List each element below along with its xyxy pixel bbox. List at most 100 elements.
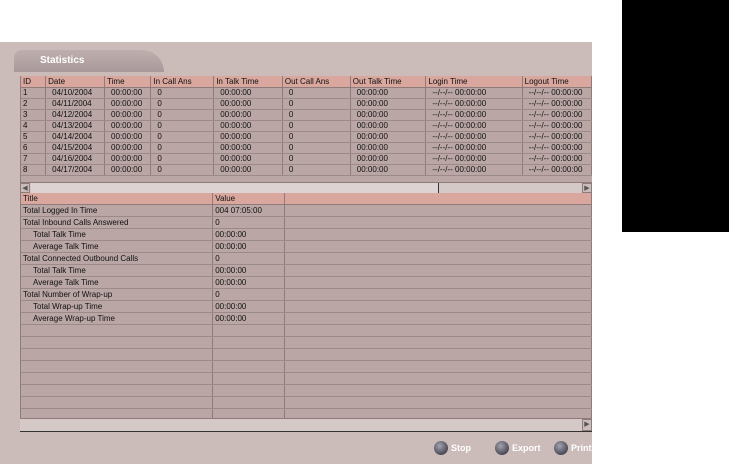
empty-row [21,372,592,385]
table-cell: --/--/-- 00:00:00 [522,98,592,110]
table-row[interactable]: 5 04/14/2004 00:00:00 0 00:00:00 0 00:00:00 --/… [21,131,592,143]
table-cell: 00:00:00 [104,87,152,99]
summary-value: 0 [212,252,286,265]
button-orb-icon [434,441,448,455]
summary-empty [284,204,592,217]
summary-row[interactable]: Total Wrap-up Time 00:00:00 [21,300,592,313]
column-header-value[interactable]: Value [212,193,286,205]
summary-empty [284,300,592,313]
empty-cell [21,360,214,373]
column-header[interactable]: In Talk Time [213,76,283,88]
empty-cell [284,336,592,349]
column-header[interactable]: Login Time [425,76,523,88]
summary-table-hscrollbar[interactable]: ▶ [20,418,592,432]
statistics-tab[interactable]: Statistics [14,50,164,72]
table-cell: 04/17/2004 [45,164,106,176]
summary-table: Title Value Total Logged In Time 004 07:05… [20,193,592,418]
summary-value: 00:00:00 [212,276,286,289]
table-cell: 3 [21,109,47,121]
table-cell: --/--/-- 00:00:00 [425,109,523,121]
summary-value: 00:00:00 [212,264,286,277]
empty-cell [284,348,592,361]
table-cell: 04/13/2004 [45,120,106,132]
table-row[interactable]: 7 04/16/2004 00:00:00 0 00:00:00 0 00:00:00 --/… [21,153,592,165]
summary-row[interactable]: Total Inbound Calls Answered 0 [21,216,592,229]
table-row[interactable]: 1 04/10/2004 00:00:00 0 00:00:00 0 00:00:00 --/… [21,87,592,99]
button-orb-icon [495,441,509,455]
table-cell: 00:00:00 [104,98,152,110]
summary-value: 0 [212,216,286,229]
table-row[interactable]: 8 04/17/2004 00:00:00 0 00:00:00 0 00:00:00 --/… [21,164,592,176]
stop-label: Stop [451,443,471,453]
summary-title: Total Logged In Time [21,204,214,217]
table-cell: 0 [150,87,215,99]
table-cell: --/--/-- 00:00:00 [522,164,592,176]
empty-cell [284,324,592,337]
summary-empty [284,240,592,253]
summary-title: Total Talk Time [21,228,214,241]
column-header[interactable]: In Call Ans [150,76,215,88]
column-header[interactable]: Out Call Ans [282,76,351,88]
daily-table-hscrollbar[interactable]: ◀ ▶ [20,182,592,193]
table-row[interactable]: 3 04/12/2004 00:00:00 0 00:00:00 0 00:00:00 --/… [21,109,592,121]
column-header-title[interactable]: Title [21,193,214,205]
table-row[interactable]: 2 04/11/2004 00:00:00 0 00:00:00 0 00:00:00 --/… [21,98,592,110]
empty-row [21,408,592,418]
table-cell: 04/15/2004 [45,142,106,154]
summary-row[interactable]: Total Talk Time 00:00:00 [21,264,592,277]
summary-title: Total Connected Outbound Calls [21,252,214,265]
column-header[interactable]: Logout Time [522,76,592,88]
summary-empty [284,216,592,229]
table-cell: --/--/-- 00:00:00 [425,98,523,110]
summary-title: Average Wrap-up Time [21,312,214,325]
column-header[interactable]: ID [21,76,47,88]
empty-cell [284,396,592,409]
table-cell: 04/14/2004 [45,131,106,143]
empty-cell [284,360,592,373]
scroll-right-icon[interactable]: ▶ [582,419,592,431]
table-cell: 0 [282,142,351,154]
summary-row[interactable]: Average Talk Time 00:00:00 [21,276,592,289]
table-cell: --/--/-- 00:00:00 [522,153,592,165]
table-cell: --/--/-- 00:00:00 [425,153,523,165]
scroll-right-icon[interactable]: ▶ [582,183,592,193]
table-cell: 04/11/2004 [45,98,106,110]
table-cell: 0 [282,153,351,165]
column-header[interactable]: Time [104,76,152,88]
table-cell: 0 [150,109,215,121]
table-cell: 00:00:00 [350,98,427,110]
summary-value: 004 07:05:00 [212,204,286,217]
summary-empty [284,276,592,289]
scroll-thumb[interactable] [31,183,439,193]
summary-row[interactable]: Average Wrap-up Time 00:00:00 [21,312,592,325]
table-cell: 00:00:00 [104,164,152,176]
summary-row[interactable]: Total Talk Time 00:00:00 [21,228,592,241]
table-cell: --/--/-- 00:00:00 [522,142,592,154]
summary-empty [284,228,592,241]
table-cell: 0 [282,98,351,110]
empty-cell [21,348,214,361]
scroll-left-icon[interactable]: ◀ [20,183,30,193]
print-button[interactable]: Print [554,441,592,455]
summary-row[interactable]: Total Logged In Time 004 07:05:00 [21,204,592,217]
summary-row[interactable]: Total Connected Outbound Calls 0 [21,252,592,265]
export-button[interactable]: Export [495,441,541,455]
table-row[interactable]: 6 04/15/2004 00:00:00 0 00:00:00 0 00:00:00 --/… [21,142,592,154]
table-cell: --/--/-- 00:00:00 [522,87,592,99]
statistics-window: Statistics ID Date Time In Call Ans In Talk … [0,42,592,464]
table-cell: --/--/-- 00:00:00 [425,120,523,132]
empty-cell [212,396,286,409]
table-cell: 00:00:00 [104,153,152,165]
table-cell: 04/16/2004 [45,153,106,165]
table-cell: 0 [150,164,215,176]
table-cell: 6 [21,142,47,154]
summary-row[interactable]: Average Talk Time 00:00:00 [21,240,592,253]
column-header[interactable]: Date [45,76,106,88]
column-header[interactable]: Out Talk Time [350,76,427,88]
stop-button[interactable]: Stop [434,441,471,455]
table-cell: 00:00:00 [104,120,152,132]
table-cell: 00:00:00 [104,142,152,154]
empty-row [21,384,592,397]
table-row[interactable]: 4 04/13/2004 00:00:00 0 00:00:00 0 00:00:00 --/… [21,120,592,132]
summary-row[interactable]: Total Number of Wrap-up 0 [21,288,592,301]
